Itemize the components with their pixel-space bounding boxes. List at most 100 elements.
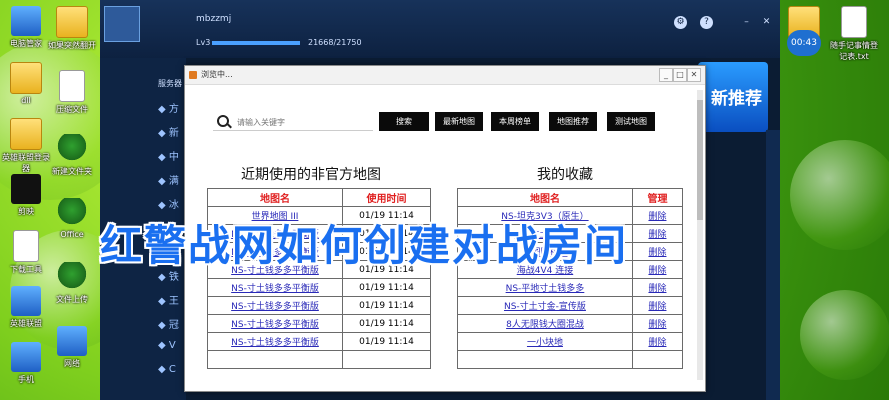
search-box xyxy=(213,112,374,131)
desktop-icon-label: 电脑管家 xyxy=(10,39,42,48)
search-button[interactable]: 搜索 xyxy=(379,112,429,131)
sidebar-item[interactable]: ◆ 中 xyxy=(158,148,184,164)
scroll-thumb[interactable] xyxy=(697,100,703,220)
client-scrollbar[interactable] xyxy=(766,130,780,400)
clock-widget[interactable]: 00:43 xyxy=(787,30,821,56)
desktop-icon[interactable]: dll xyxy=(0,62,52,105)
test-maps-button[interactable]: 测试地图 xyxy=(607,112,655,131)
sidebar-item-label: 中 xyxy=(168,152,179,163)
desktop-icon[interactable]: 文件上传 xyxy=(46,262,98,305)
help-icon[interactable]: ? xyxy=(700,16,713,29)
desktop-icon[interactable]: 手机 xyxy=(0,342,52,385)
delete-link[interactable]: 删除 xyxy=(648,320,666,330)
folder-icon xyxy=(10,62,42,94)
sidebar-item[interactable]: ◆ 冰 xyxy=(158,196,184,212)
delete-link[interactable]: 删除 xyxy=(648,266,666,276)
delete-link[interactable]: 删除 xyxy=(648,338,666,348)
column-header: 管理 xyxy=(631,188,684,207)
sidebar-item[interactable]: ◆ C xyxy=(158,364,184,380)
desktop-icon[interactable]: 剪映 xyxy=(0,174,52,217)
map-name-link[interactable]: NS-寸土钱多多平衡版 xyxy=(231,284,319,294)
delete-link[interactable]: 删除 xyxy=(648,248,666,258)
desktop-icon[interactable]: 新建文件夹 xyxy=(46,134,98,177)
folder-icon xyxy=(10,118,42,150)
document-icon xyxy=(841,6,867,38)
map-name-link[interactable]: 8人无限钱大圈混战 xyxy=(506,320,584,330)
desktop-icon[interactable]: 如果突然翻开 xyxy=(46,6,98,51)
folder-icon xyxy=(56,6,88,38)
map-name-link[interactable]: NS-寸土寸金-宣传版 xyxy=(504,302,586,312)
desktop-icon[interactable]: 下载工具 xyxy=(0,230,52,275)
table-cell: NS-平地寸土钱多多 xyxy=(457,278,633,297)
minimize-icon[interactable]: – xyxy=(740,16,753,29)
sidebar-item-label: 方 xyxy=(168,104,179,115)
desktop-icon-label: 文件上传 xyxy=(56,295,88,304)
sidebar-item[interactable]: ◆ V xyxy=(158,340,184,356)
diamond-icon: ◆ xyxy=(158,176,169,187)
table-cell xyxy=(631,350,684,369)
delete-link[interactable]: 删除 xyxy=(648,284,666,294)
search-icon xyxy=(217,115,229,127)
desktop-icon-label: 网络 xyxy=(64,359,80,368)
table-cell: 01/19 11:14 xyxy=(341,314,432,333)
diamond-icon: ◆ xyxy=(158,200,169,211)
diamond-icon: ◆ xyxy=(158,340,169,351)
desktop-icon[interactable]: 随手记事情登记表.txt xyxy=(828,6,880,62)
table-row: NS-寸土钱多多平衡版 01/19 11:14 xyxy=(207,314,432,333)
desktop-icon[interactable]: Office xyxy=(46,198,98,239)
desktop-icon[interactable]: 电脑管家 xyxy=(0,6,52,49)
close-icon[interactable]: ✕ xyxy=(760,16,773,29)
map-name-link[interactable]: NS-平地寸土钱多多 xyxy=(506,284,585,294)
delete-link[interactable]: 删除 xyxy=(648,230,666,240)
table-cell: 一小块地 xyxy=(457,332,633,351)
desktop-icon[interactable]: 网络 xyxy=(46,326,98,369)
delete-link[interactable]: 删除 xyxy=(648,212,666,222)
dialog-scrollbar[interactable] xyxy=(697,90,703,380)
sidebar-item-label: 王 xyxy=(168,296,179,307)
map-name-link[interactable]: NS-寸土钱多多平衡版 xyxy=(231,338,319,348)
search-input[interactable] xyxy=(235,114,374,130)
close-icon[interactable]: ✕ xyxy=(687,68,701,82)
dialog-titlebar: 浏览中... _ □ ✕ xyxy=(185,66,705,85)
wallpaper-bubble xyxy=(790,140,889,250)
table-cell xyxy=(341,350,432,369)
map-name-link[interactable]: 一小块地 xyxy=(527,338,563,348)
sidebar-item-label: C xyxy=(168,364,176,375)
recommended-maps-button[interactable]: 地图推荐 xyxy=(549,112,597,131)
app-icon xyxy=(57,326,87,356)
sidebar-item[interactable]: ◆ 王 xyxy=(158,292,184,308)
maximize-icon[interactable]: □ xyxy=(673,68,687,82)
table-cell: NS-寸土钱多多平衡版 xyxy=(207,332,343,351)
diamond-icon: ◆ xyxy=(158,152,169,163)
table-row: 一小块地 删除 xyxy=(457,332,684,351)
latest-maps-button[interactable]: 最新地图 xyxy=(435,112,483,131)
column-header: 地图名 xyxy=(457,188,633,207)
table-cell: 删除 xyxy=(631,314,684,333)
desktop-icon-label: 英雄联盟 xyxy=(10,319,42,328)
sidebar-item[interactable]: ◆ 方 xyxy=(158,100,184,116)
table-cell: NS-寸土钱多多平衡版 xyxy=(207,278,343,297)
sidebar-item[interactable]: ◆ 冠 xyxy=(158,316,184,332)
sidebar-item[interactable]: ◆ 新 xyxy=(158,124,184,140)
exp-progress-bar xyxy=(212,41,300,45)
desktop-icon[interactable]: 压缩文件 xyxy=(46,70,98,115)
desktop-icon-label: dll xyxy=(21,96,31,105)
sidebar-title: 服务器 xyxy=(158,79,182,88)
delete-link[interactable]: 删除 xyxy=(648,302,666,312)
table-row: NS-寸土钱多多平衡版 01/19 11:14 xyxy=(207,332,432,351)
app-icon xyxy=(57,198,87,228)
weekly-ranking-button[interactable]: 本周榜单 xyxy=(491,112,539,131)
minimize-icon[interactable]: _ xyxy=(659,68,673,82)
app-icon xyxy=(11,174,41,204)
map-name-link[interactable]: NS-寸土钱多多平衡版 xyxy=(231,302,319,312)
settings-icon[interactable]: ⚙ xyxy=(674,16,687,29)
table-cell: 删除 xyxy=(631,224,684,243)
avatar[interactable] xyxy=(104,6,140,42)
sidebar-item[interactable]: ◆ 满 xyxy=(158,172,184,188)
level-label: Lv3 xyxy=(196,38,211,47)
recommend-banner[interactable]: 新推荐 xyxy=(698,62,768,132)
desktop-icon[interactable]: 英雄联盟登录器 xyxy=(0,118,52,174)
desktop-icon[interactable]: 英雄联盟 xyxy=(0,286,52,329)
diamond-icon: ◆ xyxy=(158,364,169,375)
map-name-link[interactable]: NS-寸土钱多多平衡版 xyxy=(231,320,319,330)
